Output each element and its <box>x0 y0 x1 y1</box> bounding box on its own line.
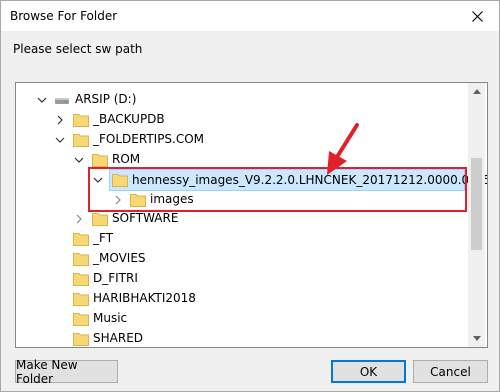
tree-item-label: _BACKUPDB <box>93 112 165 126</box>
chevron-down-icon[interactable] <box>36 94 48 106</box>
folder-icon <box>73 292 89 306</box>
folder-tree[interactable]: ARSIP (D:) _BACKUPDB _FOLDERTIPS.COM ROM… <box>15 82 488 348</box>
ok-button[interactable]: OK <box>331 360 406 383</box>
folder-icon <box>73 133 89 147</box>
title-bar: Browse For Folder <box>1 1 499 31</box>
close-button[interactable] <box>455 1 499 31</box>
tree-item-label: Music <box>93 311 128 325</box>
tree-item-label: _FT <box>93 231 114 245</box>
folder-icon <box>73 232 89 246</box>
tree-item-label: SHARED <box>93 331 144 345</box>
tree-item-label: _MOVIES <box>93 251 146 265</box>
folder-icon <box>73 252 89 266</box>
folder-icon <box>73 332 89 346</box>
folder-icon <box>73 312 89 326</box>
tree-item-ft[interactable]: _FT <box>16 229 468 249</box>
tree-item-label: _FOLDERTIPS.COM <box>93 132 205 146</box>
chevron-right-icon[interactable] <box>54 114 66 126</box>
scrollbar-thumb[interactable] <box>471 158 482 250</box>
vertical-scrollbar[interactable] <box>468 83 485 347</box>
tree-item-software[interactable]: SOFTWARE <box>16 209 468 229</box>
scroll-up-button[interactable] <box>468 83 485 100</box>
arrow-down-icon <box>472 336 481 341</box>
chevron-down-icon[interactable] <box>54 134 66 146</box>
tree-item-movies[interactable]: _MOVIES <box>16 249 468 269</box>
folder-icon <box>73 113 89 127</box>
chevron-right-icon[interactable] <box>73 213 85 225</box>
scroll-down-button[interactable] <box>468 330 485 347</box>
instruction-text: Please select sw path <box>13 42 143 56</box>
folder-icon <box>73 272 89 286</box>
annotation-arrow-icon <box>327 123 359 175</box>
tree-item-label: ARSIP (D:) <box>75 92 137 106</box>
tree-item-shared[interactable]: SHARED <box>16 329 468 347</box>
browse-folder-dialog: Browse For Folder Please select sw path … <box>0 0 500 392</box>
tree-item-d-fitri[interactable]: D_FITRI <box>16 269 468 289</box>
chevron-down-icon[interactable] <box>73 154 85 166</box>
tree-item-foldertips[interactable]: _FOLDERTIPS.COM <box>16 130 468 150</box>
close-icon <box>471 10 483 22</box>
make-new-folder-button[interactable]: Make New Folder <box>15 358 118 386</box>
tree-item-label: ROM <box>112 152 141 166</box>
tree-item-label: SOFTWARE <box>112 211 179 225</box>
annotation-highlight-box <box>88 167 467 212</box>
window-title: Browse For Folder <box>10 9 118 23</box>
tree-item-music[interactable]: Music <box>16 309 468 329</box>
folder-icon <box>92 212 108 226</box>
drive-icon <box>54 93 70 107</box>
folder-icon <box>92 153 108 167</box>
tree-item-arsip-drive[interactable]: ARSIP (D:) <box>16 90 468 110</box>
arrow-up-icon <box>472 89 481 94</box>
tree-item-label: D_FITRI <box>93 271 138 285</box>
tree-item-backupdb[interactable]: _BACKUPDB <box>16 110 468 130</box>
tree-item-label: HARIBHAKTI2018 <box>93 291 196 305</box>
cancel-button[interactable]: Cancel <box>413 360 488 383</box>
tree-item-haribhakti2018[interactable]: HARIBHAKTI2018 <box>16 289 468 309</box>
